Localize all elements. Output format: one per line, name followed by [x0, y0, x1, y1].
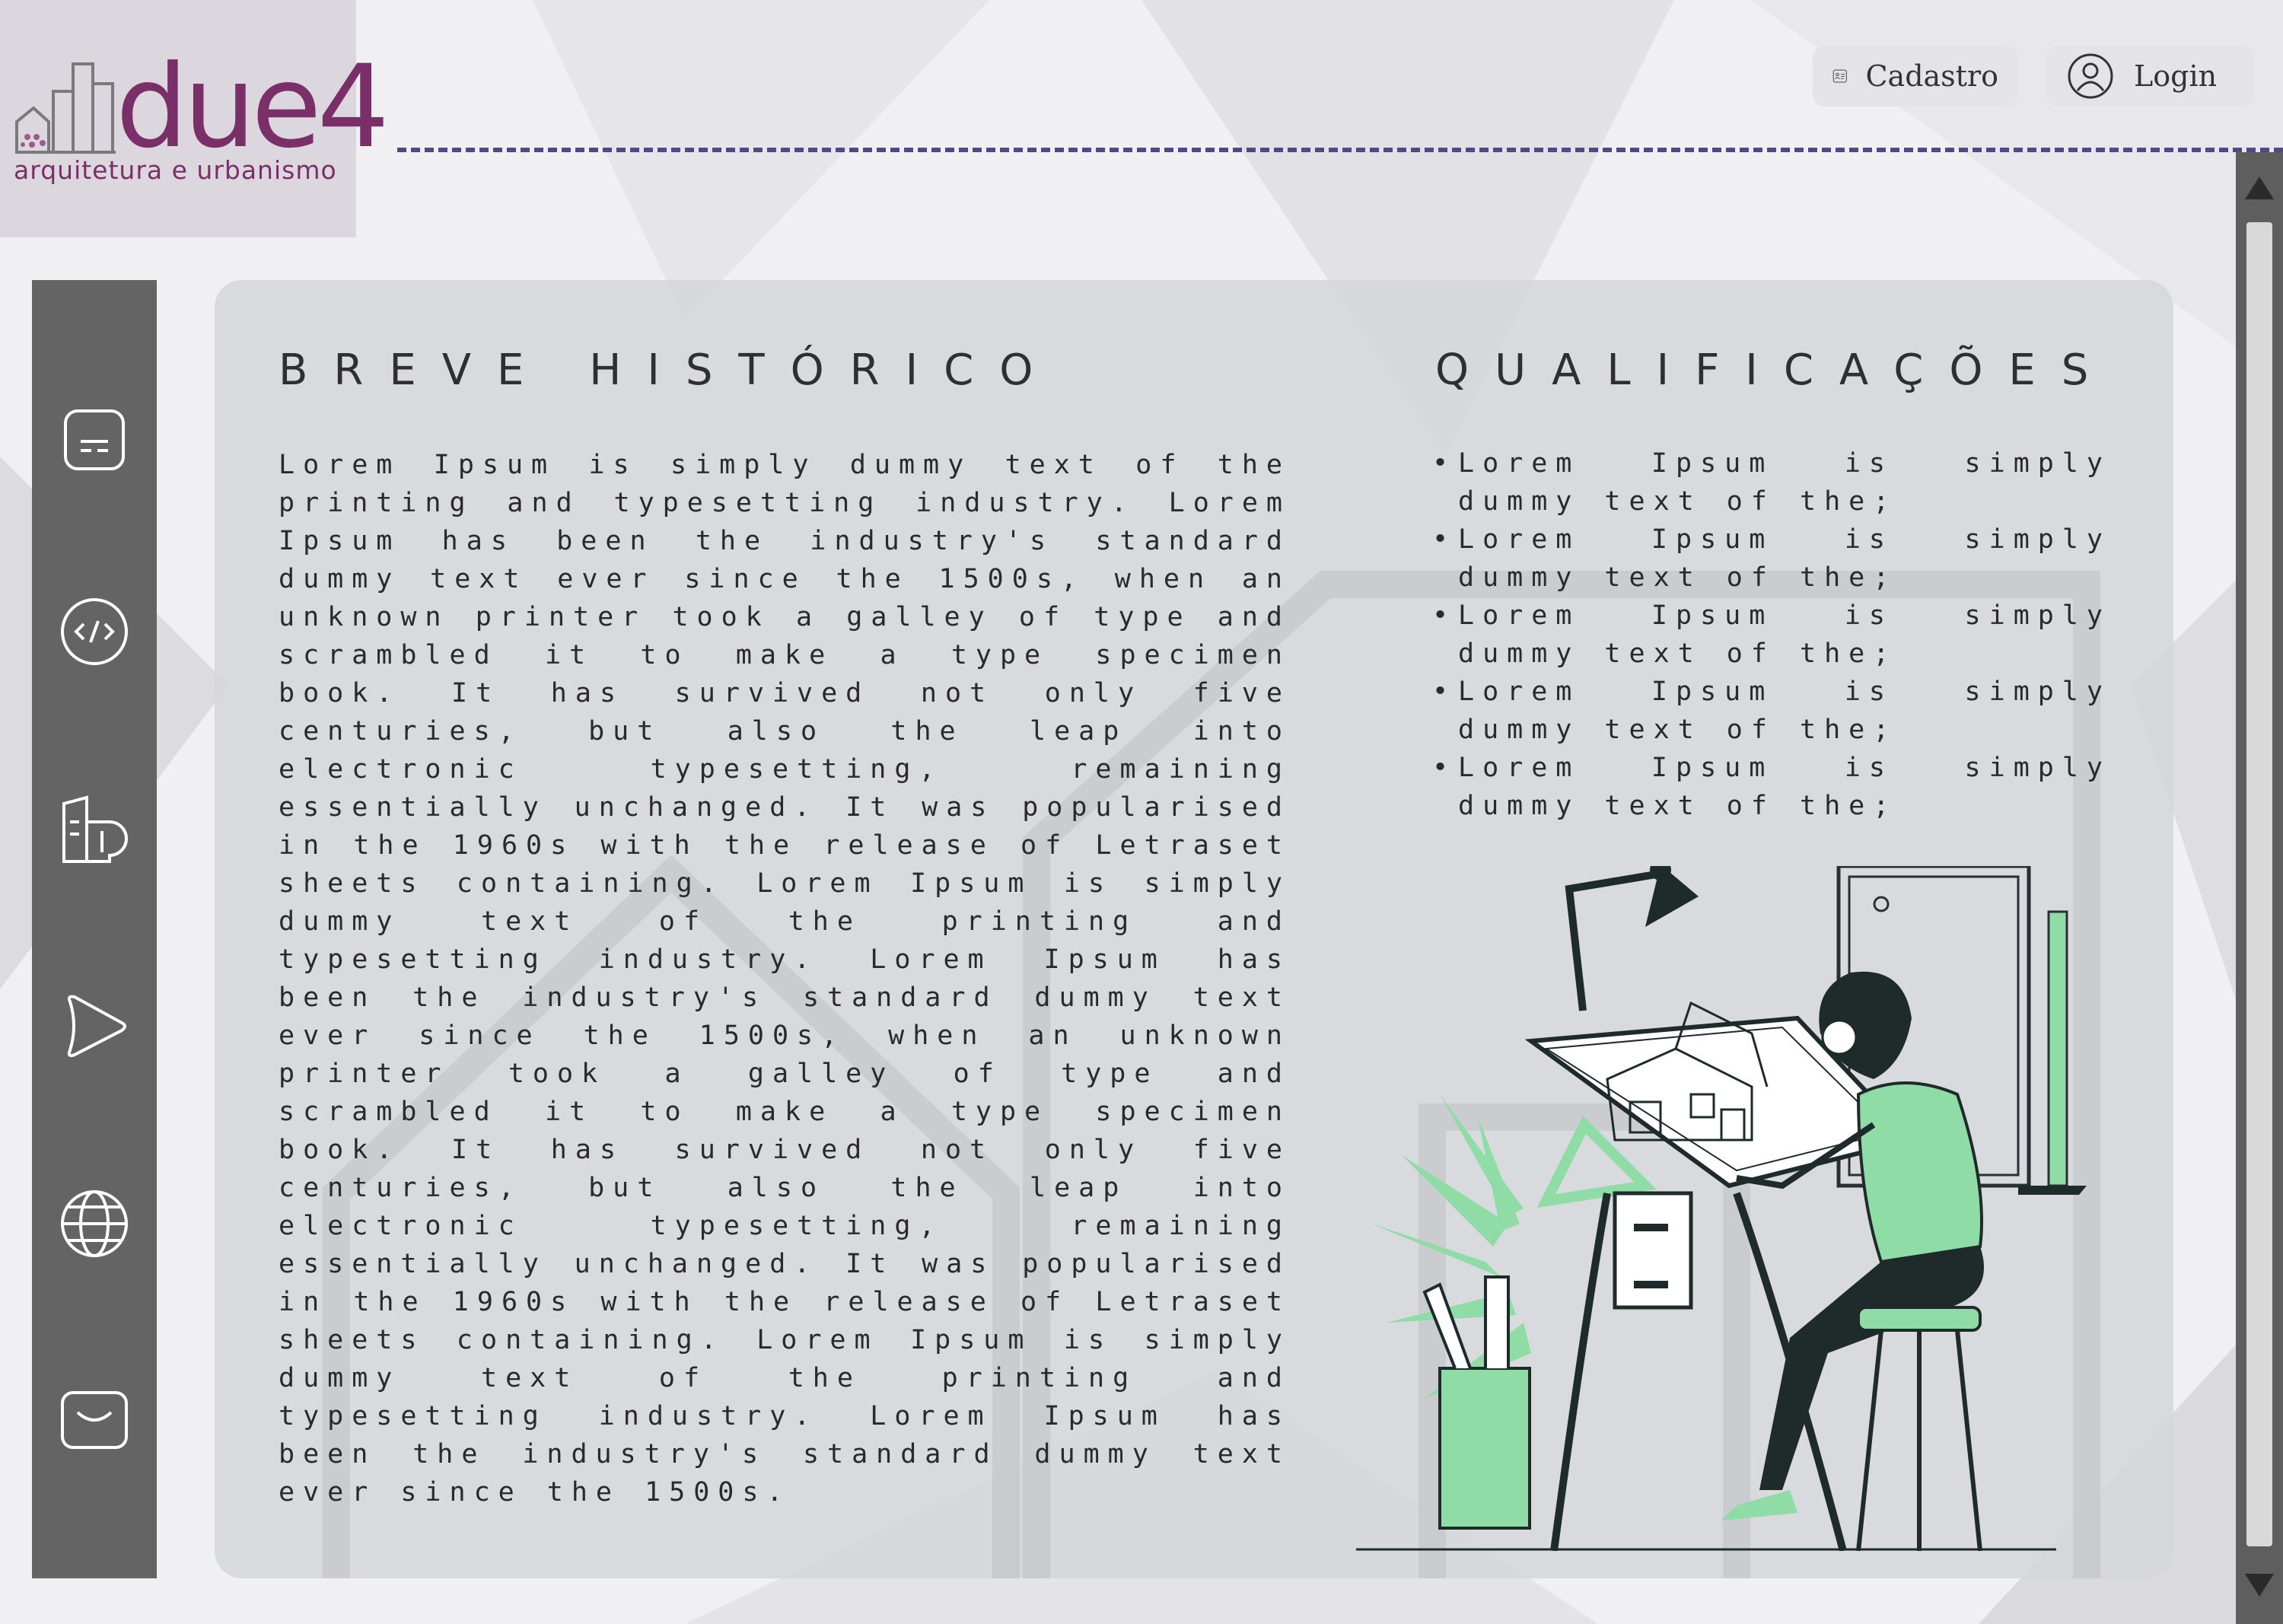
scroll-thumb[interactable] — [2246, 222, 2272, 1546]
scroll-down-arrow-icon[interactable] — [2242, 1568, 2277, 1603]
scroll-up-arrow-icon[interactable] — [2242, 170, 2277, 205]
qualifications-list: Lorem Ipsum is simply dummy text of the;… — [1432, 444, 2173, 825]
panel-icon[interactable] — [56, 402, 132, 478]
logo-name: due4 — [116, 41, 390, 174]
qualification-item: Lorem Ipsum is simply dummy text of the; — [1432, 597, 2111, 673]
qualification-item: Lorem Ipsum is simply dummy text of the; — [1432, 673, 2111, 749]
history-title: BREVE HISTÓRICO — [279, 345, 1059, 395]
globe-icon[interactable] — [56, 1186, 132, 1262]
mail-icon[interactable] — [56, 1382, 132, 1458]
code-icon[interactable] — [56, 594, 132, 670]
id-card-icon — [1832, 69, 1847, 83]
qualification-item: Lorem Ipsum is simply dummy text of the; — [1432, 444, 2111, 521]
architect-illustration — [1356, 866, 2087, 1551]
cadastro-button[interactable]: Cadastro — [1813, 46, 2018, 107]
cadastro-label: Cadastro — [1865, 59, 1998, 93]
play-icon[interactable] — [56, 988, 132, 1064]
sidebar — [32, 280, 157, 1578]
content-panel: BREVE HISTÓRICO Lorem Ipsum is simply du… — [215, 280, 2173, 1578]
login-button[interactable]: Login — [2046, 46, 2254, 107]
qualifications-title: QUALIFICAÇÕES — [1435, 345, 2115, 395]
logo-tagline: arquitetura e urbanismo — [14, 155, 337, 185]
building-icon[interactable] — [56, 791, 132, 868]
header-divider — [397, 148, 2283, 152]
user-circle-icon — [2068, 53, 2113, 99]
login-label: Login — [2134, 59, 2218, 93]
logo-wordmark: due4 — [116, 50, 390, 164]
qualification-item: Lorem Ipsum is simply dummy text of the; — [1432, 749, 2111, 825]
buildings-icon — [15, 62, 116, 154]
qualification-item: Lorem Ipsum is simply dummy text of the; — [1432, 521, 2111, 597]
scrollbar[interactable] — [2236, 152, 2283, 1624]
logo[interactable]: due4 arquitetura e urbanismo — [0, 0, 390, 237]
history-text: Lorem Ipsum is simply dummy text of the … — [279, 450, 1291, 1508]
